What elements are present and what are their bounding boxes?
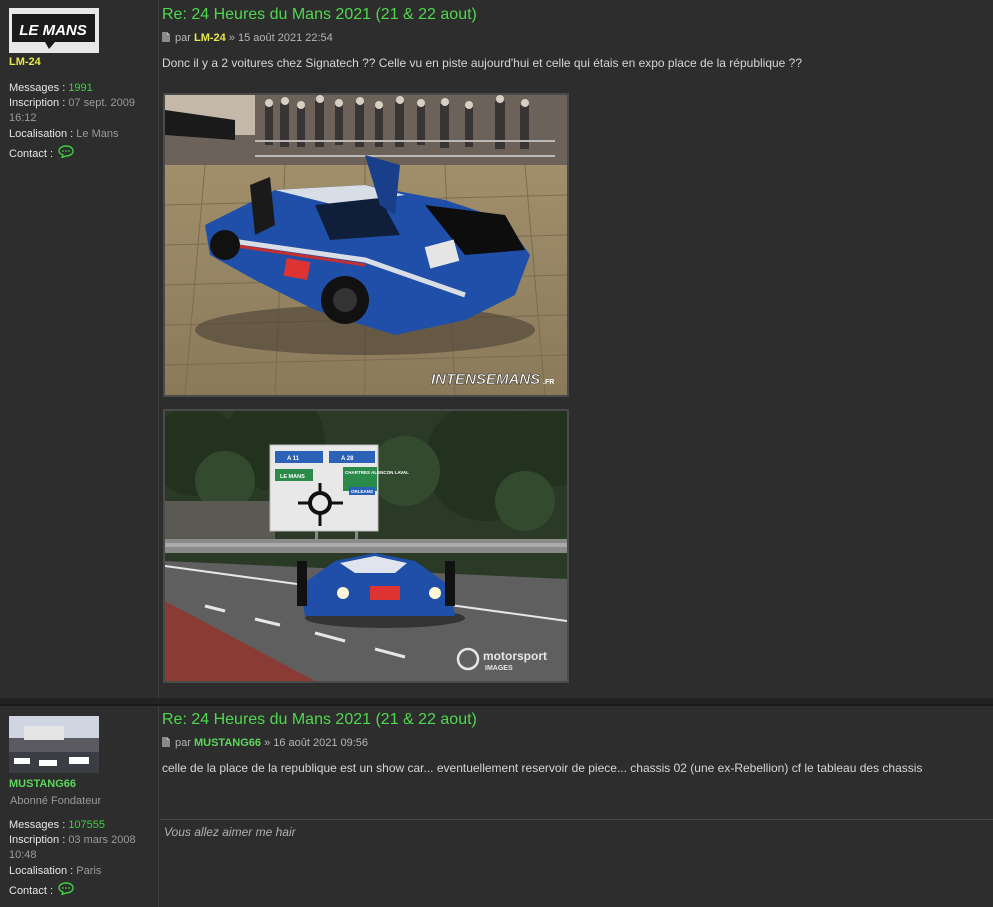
post-image-track[interactable]: A 11 A 28 LE MANS CHARTRES ALENCON LAVAL… xyxy=(163,409,569,683)
sign-le-mans: LE MANS xyxy=(280,474,305,480)
post-meta-author[interactable]: MUSTANG66 xyxy=(194,737,261,749)
post-profile: LE MANS LM-24 Messages : 1991 Inscriptio… xyxy=(0,0,159,698)
image-watermark-suffix: .FR xyxy=(543,379,554,386)
avatar-logo-text: LE MANS xyxy=(19,22,87,39)
sign-orleans: ORLEANS xyxy=(351,489,373,494)
messages-count[interactable]: 107555 xyxy=(68,819,105,831)
post-content: Donc il y a 2 voitures chez Signatech ??… xyxy=(162,56,803,70)
post-title[interactable]: Re: 24 Heures du Mans 2021 (21 & 22 aout… xyxy=(162,6,477,24)
post-content: celle de la place de la republique est u… xyxy=(162,761,923,775)
profile-messages: Messages : 107555 xyxy=(9,819,106,831)
profile-inscription: Inscription : 07 sept. 2009 16:12 xyxy=(9,97,135,124)
file-icon[interactable] xyxy=(162,32,170,45)
post-profile: MUSTANG66 Abonné Fondateur Messages : 10… xyxy=(0,706,159,907)
chat-bubble-icon[interactable] xyxy=(58,882,74,900)
sign-left-top: A 11 xyxy=(287,456,300,462)
post-1: LE MANS LM-24 Messages : 1991 Inscriptio… xyxy=(0,0,993,698)
post-title[interactable]: Re: 24 Heures du Mans 2021 (21 & 22 aout… xyxy=(162,711,477,729)
post-image-expo[interactable]: INTENSEMANS .FR xyxy=(163,93,569,397)
image-watermark: motorsport xyxy=(483,649,547,663)
messages-count[interactable]: 1991 xyxy=(68,82,92,94)
profile-inscription: Inscription : 03 mars 2008 10:48 xyxy=(9,834,136,861)
profile-localisation: Localisation : Le Mans xyxy=(9,128,119,140)
post-meta: par MUSTANG66 » 16 août 2021 09:56 xyxy=(162,737,368,750)
file-icon[interactable] xyxy=(162,737,170,750)
profile-localisation: Localisation : Paris xyxy=(9,865,102,877)
profile-contact: Contact : xyxy=(9,882,74,900)
post-2: MUSTANG66 Abonné Fondateur Messages : 10… xyxy=(0,704,993,907)
chat-bubble-icon[interactable] xyxy=(58,145,74,163)
post-meta: par LM-24 » 15 août 2021 22:54 xyxy=(162,32,333,45)
post-signature: Vous allez aimer me hair xyxy=(164,825,296,839)
post-author[interactable]: MUSTANG66 xyxy=(9,778,76,790)
image-watermark: INTENSEMANS xyxy=(431,371,540,388)
avatar[interactable] xyxy=(9,716,99,773)
post-meta-author[interactable]: LM-24 xyxy=(194,32,226,44)
post-author-rank: Abonné Fondateur xyxy=(10,795,102,807)
post-author[interactable]: LM-24 xyxy=(9,56,41,68)
image-watermark-sub: IMAGES xyxy=(485,665,513,672)
sign-right-list: CHARTRES ALENCON LAVAL xyxy=(345,470,409,475)
avatar[interactable]: LE MANS xyxy=(9,8,99,53)
sign-right-top: A 28 xyxy=(341,456,354,462)
profile-messages: Messages : 1991 xyxy=(9,82,93,94)
profile-contact: Contact : xyxy=(9,145,74,163)
signature-divider xyxy=(160,819,993,820)
